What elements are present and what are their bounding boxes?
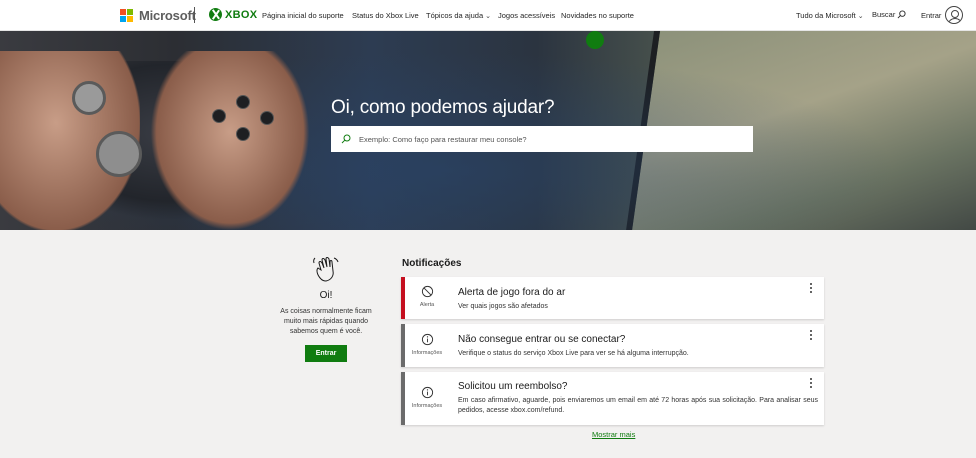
notification-text[interactable]: Ver quais jogos são afetados — [458, 302, 818, 312]
notification-text[interactable]: Verifique o status do serviço Xbox Live … — [458, 349, 818, 359]
more-options-icon[interactable] — [810, 378, 814, 388]
notification-icon-wrap: Informações — [411, 333, 443, 356]
header-divider — [194, 7, 195, 23]
greeting-title: Oi! — [319, 290, 333, 301]
top-navigation-bar: Microsoft XBOX Página inicial do suporte… — [0, 0, 976, 31]
notification-type-label: Informações — [411, 403, 443, 409]
nav-accessible-games[interactable]: Jogos acessíveis — [498, 11, 555, 20]
notification-card-signin[interactable]: Informações Não consegue entrar ou se co… — [401, 324, 824, 367]
notification-type-label: Informações — [411, 350, 443, 356]
all-microsoft-menu[interactable]: Tudo da Microsoft ⌄ — [796, 11, 864, 20]
chevron-down-icon: ⌄ — [857, 13, 864, 20]
search-icon — [341, 134, 351, 144]
header-search-button[interactable]: Buscar — [872, 10, 906, 19]
notification-title: Solicitou um reembolso? — [458, 381, 568, 392]
all-microsoft-label: Tudo da Microsoft — [796, 11, 856, 20]
notification-card-refund[interactable]: Informações Solicitou um reembolso? Em c… — [401, 372, 824, 425]
more-options-icon[interactable] — [810, 330, 814, 340]
hero-thumbstick — [72, 81, 106, 115]
notification-card-alert[interactable]: Alerta Alerta de jogo fora do ar Ver qua… — [401, 277, 824, 319]
info-severity-bar — [401, 372, 405, 425]
info-severity-bar — [401, 324, 405, 367]
show-more-link[interactable]: Mostrar mais — [592, 430, 635, 439]
info-icon — [421, 333, 433, 346]
blocked-icon — [421, 285, 433, 298]
microsoft-logo[interactable]: Microsoft — [120, 8, 196, 23]
greeting-description: As coisas normalmente ficam muito mais r… — [280, 308, 372, 335]
account-avatar-icon[interactable] — [945, 6, 963, 24]
waving-hand-icon — [313, 257, 339, 282]
notifications-heading: Notificações — [402, 258, 462, 269]
nav-xbox-live-status[interactable]: Status do Xbox Live — [352, 11, 419, 20]
notification-type-label: Alerta — [419, 302, 435, 308]
hero-button — [212, 109, 226, 123]
notification-title: Não consegue entrar ou se conectar? — [458, 334, 626, 345]
nav-help-topics[interactable]: Tópicos da ajuda ⌄ — [426, 11, 491, 20]
signin-button[interactable]: Entrar — [305, 345, 347, 362]
notification-icon-wrap: Alerta — [411, 285, 443, 308]
hero-button — [236, 127, 250, 141]
info-icon — [421, 386, 433, 399]
nav-whats-new[interactable]: Novidades no suporte — [561, 11, 634, 20]
microsoft-logo-text: Microsoft — [139, 8, 196, 23]
hero-dpad — [96, 131, 142, 177]
notification-text[interactable]: Em caso afirmativo, aguarde, pois enviar… — [458, 396, 818, 415]
hero-title: Oi, como podemos ajudar? — [331, 97, 555, 118]
nav-help-topics-label: Tópicos da ajuda — [426, 11, 484, 20]
hero-search-input[interactable] — [359, 134, 739, 144]
hero-search-box[interactable] — [331, 126, 753, 152]
nav-support-home[interactable]: Página inicial do suporte — [262, 11, 344, 20]
notification-title: Alerta de jogo fora do ar — [458, 287, 566, 298]
search-icon — [897, 10, 906, 19]
chevron-down-icon: ⌄ — [485, 13, 491, 20]
more-options-icon[interactable] — [810, 283, 814, 293]
xbox-green-dot — [586, 31, 604, 49]
notification-icon-wrap: Informações — [411, 386, 443, 409]
xbox-logo-text: XBOX — [225, 8, 258, 21]
search-label: Buscar — [872, 10, 896, 19]
hero-button — [236, 95, 250, 109]
hero-button — [260, 111, 274, 125]
microsoft-logo-icon — [120, 9, 133, 22]
header-signin-link[interactable]: Entrar — [921, 11, 941, 20]
xbox-icon — [209, 8, 222, 21]
alert-severity-bar — [401, 277, 405, 319]
xbox-logo[interactable]: XBOX — [209, 8, 257, 21]
hero-hand-right — [150, 51, 310, 230]
